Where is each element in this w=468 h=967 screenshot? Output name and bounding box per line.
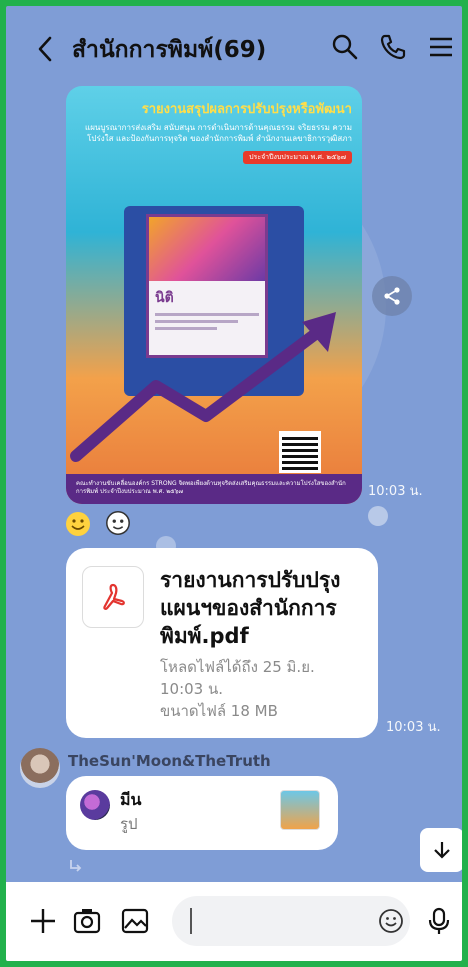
menu-icon[interactable]: [426, 32, 456, 62]
file-download-time: 10:03 น.: [160, 680, 224, 698]
file-meta: โหลดไฟล์ได้ถึง 25 มิ.ย. 10:03 น. ขนาดไฟล…: [160, 656, 370, 722]
file-download-until: โหลดไฟล์ได้ถึง 25 มิ.ย.: [160, 658, 315, 676]
share-icon[interactable]: [372, 276, 412, 316]
file-name: รายงานการปรับปรุงแผนฯของสำนักการพิมพ์.pd…: [160, 568, 341, 648]
message-time: 10:03 น.: [368, 484, 423, 499]
chevron-left-icon[interactable]: [32, 32, 60, 66]
reply-name: มีน: [120, 790, 142, 809]
image-icon[interactable]: [120, 906, 150, 936]
sticker-reaction-icon[interactable]: [104, 509, 132, 537]
text-cursor: [190, 908, 192, 934]
poster-image-message[interactable]: รายงานสรุปผลการปรับปรุงหรือพัฒนา แผนบูรณ…: [66, 86, 362, 504]
background-decoration: [368, 506, 388, 526]
arrow-down-icon[interactable]: [420, 828, 462, 872]
chat-header: สำนักการพิมพ์(69): [6, 6, 462, 86]
plus-icon[interactable]: [28, 906, 58, 936]
chat-screen: สำนักการพิมพ์(69) รายงานสรุปผลการปรับปรุ…: [6, 6, 462, 961]
microphone-icon[interactable]: [424, 906, 454, 936]
sender-name: TheSun'Moon&TheTruth: [68, 752, 271, 770]
phone-icon[interactable]: [378, 32, 408, 62]
reply-type: รูป: [120, 815, 138, 833]
search-icon[interactable]: [330, 32, 360, 62]
reply-avatar: [80, 790, 110, 820]
smile-reaction-icon[interactable]: [64, 510, 92, 538]
reply-message-bubble[interactable]: มีน รูป: [66, 776, 338, 850]
message-time: 10:03 น.: [386, 720, 441, 735]
avatar[interactable]: [20, 748, 60, 788]
camera-icon[interactable]: [72, 906, 102, 936]
poster-footer: คณะทำงานขับเคลื่อนองค์กร STRONG จิตพอเพี…: [66, 474, 362, 504]
file-message-bubble[interactable]: รายงานการปรับปรุงแผนฯของสำนักการพิมพ์.pd…: [66, 548, 378, 738]
qr-code: [279, 431, 321, 473]
chat-title[interactable]: สำนักการพิมพ์(69): [72, 32, 266, 68]
file-size: ขนาดไฟล์ 18 MB: [160, 702, 278, 720]
reply-thumbnail: [280, 790, 320, 830]
message-input[interactable]: [172, 896, 410, 946]
message-input-bar: [6, 882, 462, 961]
reply-arrow-icon: [70, 860, 82, 872]
emoji-icon[interactable]: [378, 908, 404, 934]
pdf-icon: [82, 566, 144, 628]
